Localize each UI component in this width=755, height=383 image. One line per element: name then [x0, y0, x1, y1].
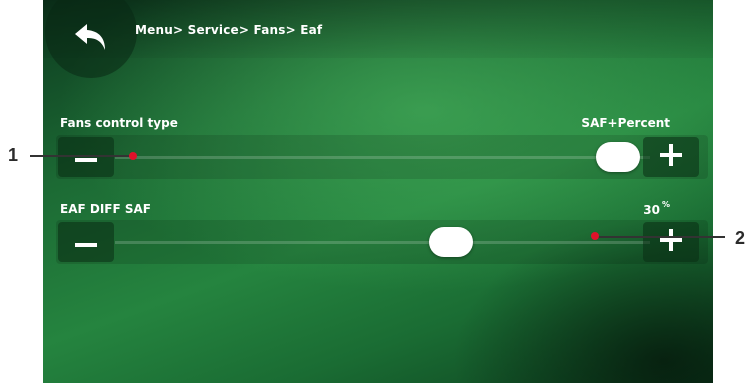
eaf-diff-saf-label: EAF DIFF SAF — [60, 202, 151, 216]
back-button[interactable] — [45, 0, 137, 78]
breadcrumb: Menu> Service> Fans> Eaf — [135, 23, 323, 37]
callout-dot-2 — [591, 232, 599, 240]
callout-line-2 — [597, 236, 725, 238]
device-screen: Menu> Service> Fans> Eaf Fans control ty… — [43, 0, 713, 383]
fans-control-type-value: SAF+Percent — [581, 116, 670, 130]
callout-dot-1 — [129, 152, 137, 160]
fans-control-type-slider-thumb[interactable] — [596, 142, 640, 172]
fans-control-type-track — [115, 156, 650, 159]
callout-number-1: 1 — [8, 145, 19, 165]
eaf-diff-saf-track — [115, 241, 650, 244]
minus-icon — [75, 148, 97, 167]
eaf-diff-saf-value: 30% — [643, 200, 670, 217]
fans-control-type-plus-button[interactable] — [643, 137, 699, 177]
eaf-diff-saf-plus-button[interactable] — [643, 222, 699, 262]
back-arrow-icon — [71, 6, 111, 58]
plus-icon — [660, 229, 682, 255]
minus-icon — [75, 233, 97, 252]
fans-control-type-minus-button[interactable] — [58, 137, 114, 177]
eaf-diff-saf-minus-button[interactable] — [58, 222, 114, 262]
fans-control-type-label: Fans control type — [60, 116, 178, 130]
callout-line-1 — [30, 155, 132, 157]
callout-number-2: 2 — [735, 228, 746, 248]
eaf-diff-saf-slider-thumb[interactable] — [429, 227, 473, 257]
plus-icon — [660, 144, 682, 170]
